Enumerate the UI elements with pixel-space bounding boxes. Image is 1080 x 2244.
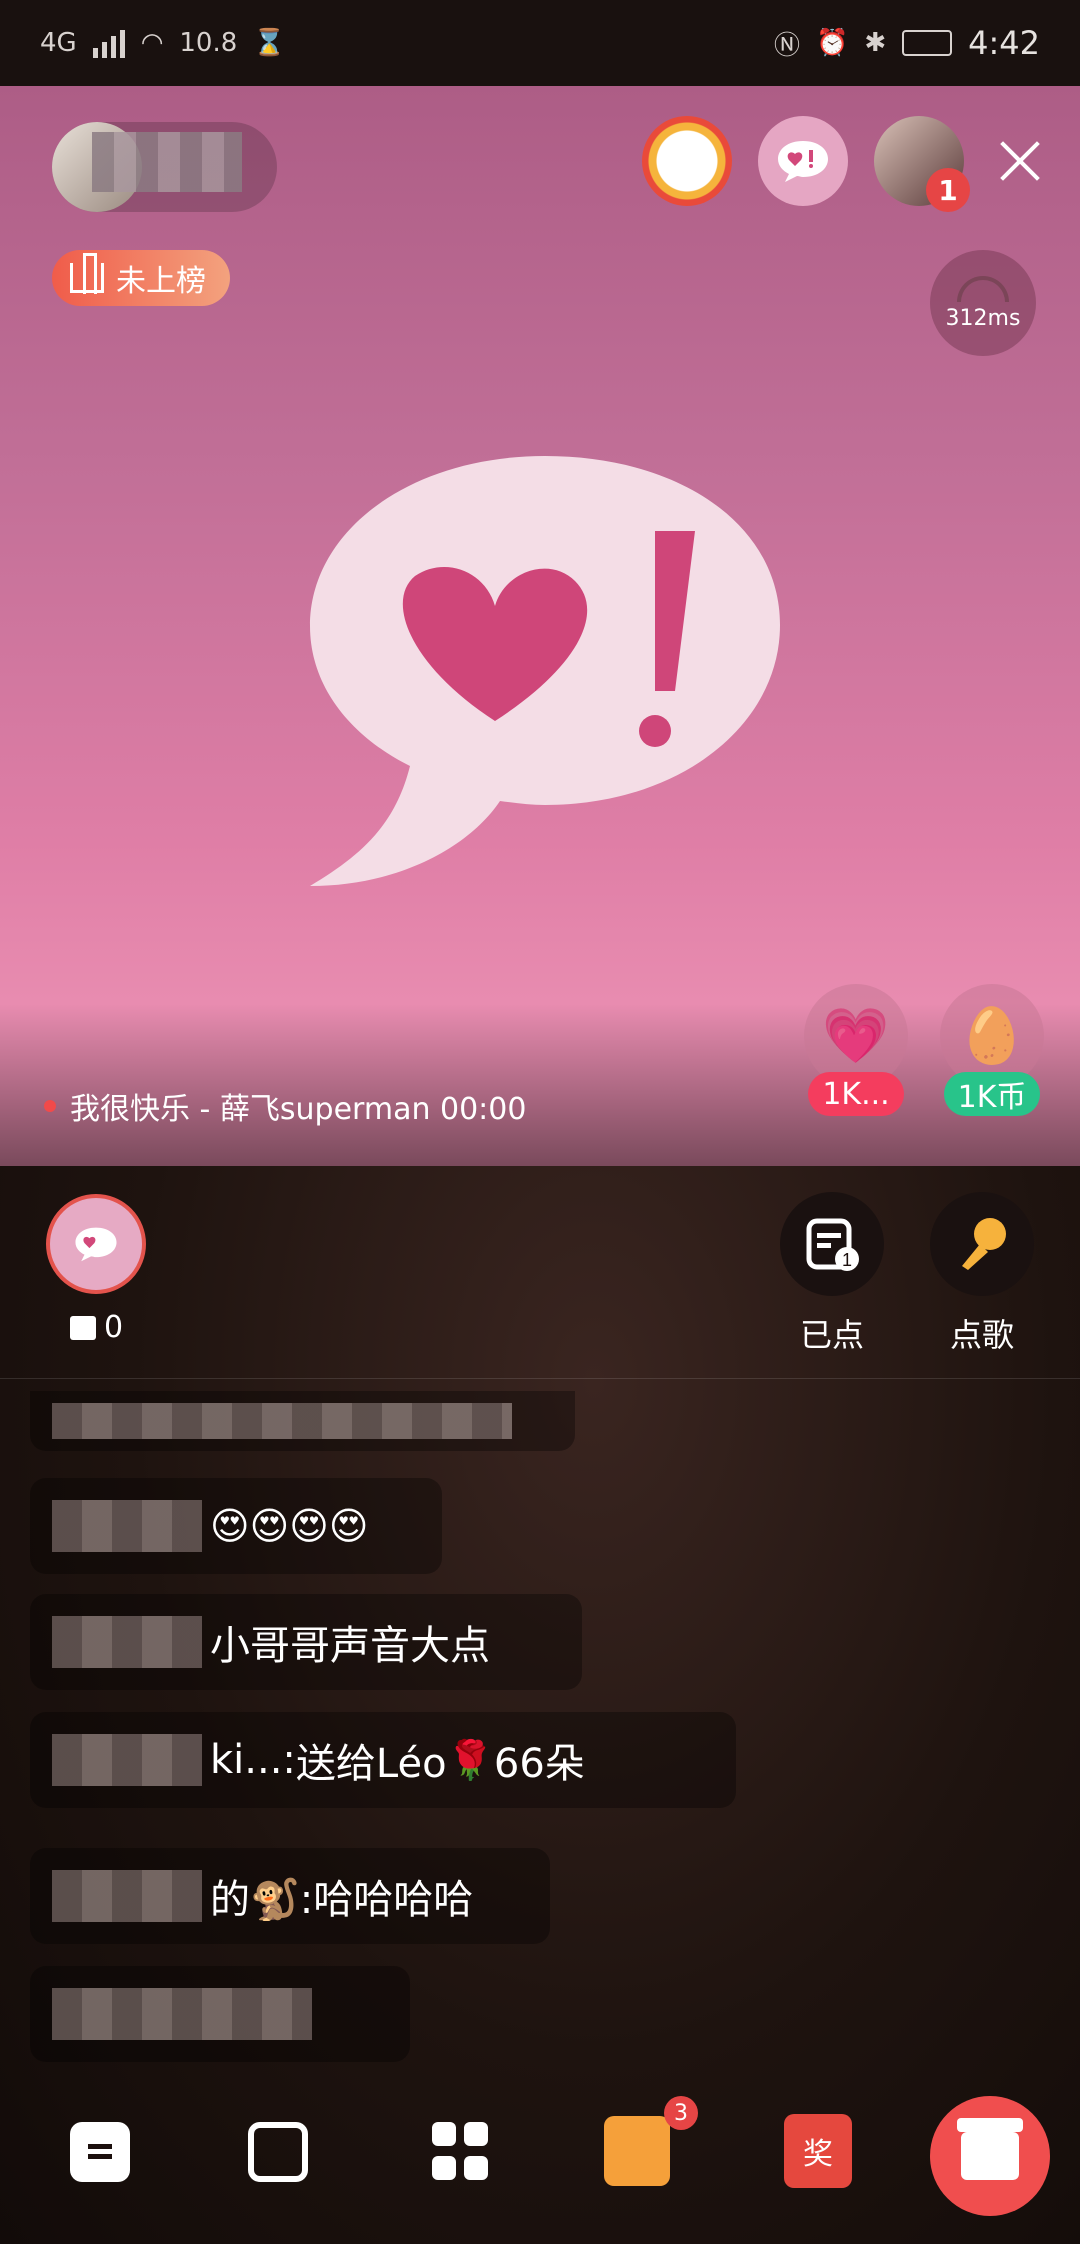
signal-wave-icon <box>957 275 1009 302</box>
wifi-icon: ◠ <box>140 28 164 58</box>
send-gift-button[interactable] <box>930 2096 1050 2216</box>
coin-gift-chip[interactable]: 🥚 1K币 <box>940 984 1044 1116</box>
chat-text: 哈哈哈哈 <box>313 1877 474 1923</box>
interaction-panel: 0 1 已点 点歌 😍😍😍😍 小哥哥声音大点 ki...: 送给Léo 🌹 66… <box>0 1166 1080 2244</box>
chat-message <box>30 1391 575 1451</box>
chat-username-redacted <box>52 1870 202 1922</box>
now-playing-text: 我很快乐 - 薛飞superman 00:00 <box>70 1092 527 1127</box>
chat-prefix: 的🐒: <box>210 1877 314 1923</box>
bottom-toolbar: 3 奖 <box>0 2086 1080 2216</box>
ordered-songs-label: 已点 <box>799 1316 864 1354</box>
battery-icon <box>902 30 953 56</box>
rose-emoji: 🌹 <box>446 1737 494 1782</box>
more-apps-icon[interactable] <box>432 2122 492 2182</box>
host-profile-chip[interactable] <box>52 122 277 212</box>
chat-message: 小哥哥声音大点 <box>30 1594 582 1690</box>
ordered-badge: 1 <box>842 1250 852 1270</box>
heart-gift-chip[interactable]: 💗 1K... <box>804 984 908 1116</box>
request-song-label: 点歌 <box>949 1316 1014 1354</box>
chat-username-redacted <box>52 1988 312 2040</box>
microphone-icon <box>930 1192 1034 1296</box>
close-icon[interactable] <box>990 131 1050 191</box>
comment-icon[interactable] <box>70 2122 130 2182</box>
chat-text: 😍😍😍😍 <box>210 1504 369 1548</box>
latency-value: 312ms <box>945 305 1021 331</box>
received-gifts: 0 <box>70 1310 123 1345</box>
host-name-redacted <box>92 132 242 192</box>
task-badge: 3 <box>664 2096 698 2130</box>
coin-gift-label: 1K币 <box>943 1072 1041 1116</box>
lottery-label: 奖 <box>803 2137 833 2172</box>
bluetooth-icon: ✱ <box>864 28 887 58</box>
nfc-icon: Ⓝ <box>773 30 800 61</box>
clock: 4:42 <box>968 24 1040 62</box>
viewer-rank-badge: 1 <box>926 168 970 212</box>
network-speed: 10.8 <box>179 28 238 58</box>
self-avatar[interactable] <box>46 1194 146 1294</box>
chat-text: 送给Léo <box>295 1741 447 1787</box>
room-cover-logo <box>300 446 790 900</box>
latency-indicator: 312ms <box>930 250 1036 356</box>
gift-box-icon <box>957 2118 1023 2180</box>
alarm-icon: ⏰ <box>815 28 849 58</box>
ordered-songs-button[interactable]: 1 已点 <box>780 1192 884 1356</box>
chat-text: 小哥哥声音大点 <box>210 1623 490 1669</box>
live-room-stage: 未上榜 1 312ms 我很快乐 - 薛飞superman 00:00 💗 1K… <box>0 86 1080 1166</box>
rank-chart-icon <box>70 253 104 294</box>
network-type: 4G <box>40 28 77 58</box>
gift-count-value: 0 <box>104 1310 124 1345</box>
request-song-button[interactable]: 点歌 <box>930 1192 1034 1356</box>
room-badge-icon[interactable] <box>758 116 848 206</box>
rank-badge[interactable]: 未上榜 <box>52 250 230 306</box>
viewer-avatar[interactable]: 1 <box>874 116 970 212</box>
share-icon[interactable] <box>248 2122 308 2182</box>
chat-message: 的🐒: 哈哈哈哈 <box>30 1848 550 1944</box>
chat-username-redacted <box>52 1734 202 1786</box>
chat-message <box>30 1966 410 2062</box>
task-checklist-icon[interactable]: 3 <box>604 2096 698 2186</box>
signal-icon <box>92 28 125 58</box>
chat-username-redacted <box>52 1616 202 1668</box>
chat-message: ki...: 送给Léo 🌹 66朵 <box>30 1712 736 1808</box>
chat-prefix: ki...: <box>210 1737 296 1783</box>
status-bar: 4G ◠ 10.8 ⌛ Ⓝ ⏰ ✱ 4:42 <box>0 0 1080 86</box>
playing-dot-icon <box>44 1100 56 1112</box>
honor-badge-icon[interactable] <box>642 116 732 206</box>
lottery-machine-icon[interactable]: 奖 <box>784 2114 852 2188</box>
chat-username-redacted <box>52 1500 202 1552</box>
hourglass-icon: ⌛ <box>253 28 286 58</box>
playlist-icon: 1 <box>780 1192 884 1296</box>
rank-label: 未上榜 <box>116 264 206 299</box>
chat-suffix: 66朵 <box>493 1741 585 1787</box>
chat-message: 😍😍😍😍 <box>30 1478 442 1574</box>
divider <box>0 1378 1080 1379</box>
gift-small-icon <box>70 1315 96 1340</box>
chat-username-redacted <box>52 1403 512 1439</box>
now-playing[interactable]: 我很快乐 - 薛飞superman 00:00 <box>44 1084 526 1128</box>
heart-gift-label: 1K... <box>808 1072 904 1116</box>
